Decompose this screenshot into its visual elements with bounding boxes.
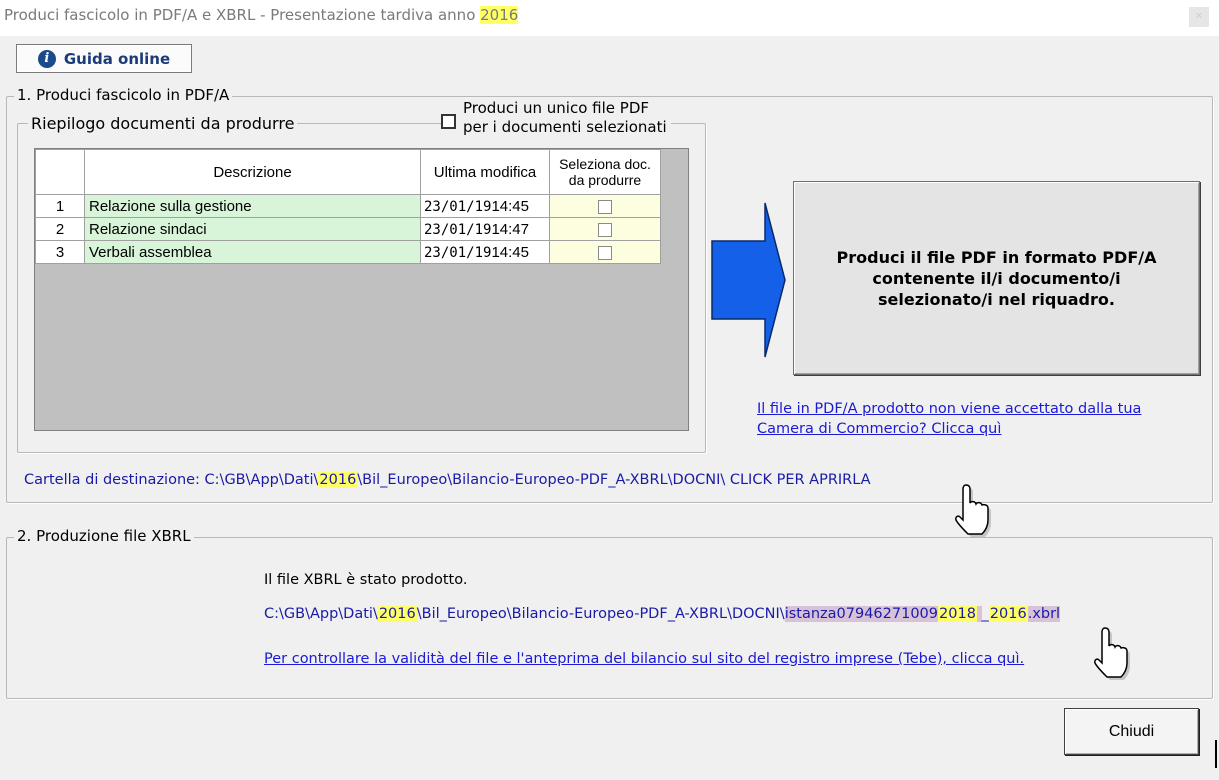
destination-suffix: \Bil_Europeo\Bilancio-Europeo-PDF_A-XBRL… (357, 472, 871, 488)
header-num (35, 149, 85, 195)
pdfa-not-accepted-link[interactable]: Il file in PDF/A prodotto non viene acce… (757, 399, 1141, 439)
xbrl-filename: istanza07946271009 (784, 606, 939, 622)
row-ultima-modifica: 23/01/1914:45 (420, 194, 550, 218)
header-seleziona-line1: Seleziona doc. (559, 156, 651, 172)
guida-online-button[interactable]: i Guida online (16, 44, 192, 73)
xbrl-filename-year: 2018 (938, 606, 977, 622)
xbrl-file-path-link[interactable]: C:\GB\App\Dati\2016\Bil_Europeo\Bilancio… (264, 606, 1061, 622)
xbrl-filename-extension: .xbrl (1027, 606, 1061, 622)
documents-grid: Descrizione Ultima modifica Seleziona do… (34, 148, 689, 431)
window-title-year: 2016 (480, 6, 519, 24)
row-number: 1 (35, 194, 85, 218)
validity-check-link[interactable]: Per controllare la validità del file e l… (264, 651, 1024, 667)
arrow-right-icon (711, 202, 786, 358)
row-date: 23/01/19 (424, 198, 492, 215)
hand-cursor-icon (1094, 627, 1130, 680)
row-select-checkbox[interactable] (598, 245, 612, 260)
row-select-cell[interactable] (549, 240, 661, 264)
row-time: 14:47 (491, 220, 529, 238)
single-pdf-label-line2: per i documenti selezionati (463, 118, 667, 136)
row-date: 23/01/19 (424, 221, 492, 238)
hand-cursor-icon (955, 484, 991, 537)
chiudi-label: Chiudi (1108, 722, 1155, 740)
single-pdf-label-line1: Produci un unico file PDF (463, 99, 649, 117)
header-seleziona-line2: da produrre (568, 172, 642, 188)
row-time: 14:45 (491, 197, 529, 215)
row-ultima-modifica: 23/01/1914:45 (420, 240, 550, 264)
xbrl-produced-text: Il file XBRL è stato prodotto. (264, 572, 468, 588)
row-ultima-modifica: 23/01/1914:47 (420, 217, 550, 241)
table-row[interactable]: 3 Verbali assemblea 23/01/1914:45 (35, 240, 661, 264)
window-title: Produci fascicolo in PDF/A e XBRL - Pres… (4, 6, 519, 24)
row-select-checkbox[interactable] (598, 199, 612, 214)
info-icon: i (37, 49, 56, 68)
row-time: 14:45 (491, 243, 529, 261)
riepilogo-legend: Riepilogo documenti da produrre (28, 114, 298, 133)
destination-folder-link[interactable]: Cartella di destinazione: C:\GB\App\Dati… (24, 472, 871, 488)
produce-pdfa-line1: Produci il file PDF in formato PDF/A (836, 247, 1157, 267)
section-xbrl-legend: 2. Produzione file XBRL (14, 527, 194, 545)
xbrl-path-middle: \Bil_Europeo\Bilancio-Europeo-PDF_A-XBRL… (416, 606, 785, 622)
table-row[interactable]: 1 Relazione sulla gestione 23/01/1914:45 (35, 194, 661, 218)
xbrl-filename-separator: _ (981, 606, 989, 622)
table-header-row: Descrizione Ultima modifica Seleziona do… (35, 149, 661, 195)
xbrl-filename-year-presentation: 2016 (988, 606, 1028, 622)
single-pdf-label: Produci un unico file PDF per i document… (463, 99, 667, 137)
close-window-button[interactable]: ✕ (1189, 7, 1209, 27)
header-seleziona: Seleziona doc. da produrre (549, 149, 661, 195)
row-select-checkbox[interactable] (598, 222, 612, 237)
section-pdfa-legend: 1. Produci fascicolo in PDF/A (14, 86, 233, 104)
documents-table: Descrizione Ultima modifica Seleziona do… (35, 149, 661, 264)
row-select-cell[interactable] (549, 217, 661, 241)
produce-pdfa-line3: selezionato/i nel riquadro. (878, 289, 1115, 309)
title-bar: Produci fascicolo in PDF/A e XBRL - Pres… (0, 0, 1219, 36)
row-date: 23/01/19 (424, 244, 492, 261)
chiudi-button[interactable]: Chiudi (1064, 708, 1199, 755)
xbrl-path-prefix: C:\GB\App\Dati\ (264, 606, 378, 622)
guida-online-label: Guida online (63, 49, 171, 68)
close-icon: ✕ (1194, 11, 1204, 22)
produce-pdfa-label: Produci il file PDF in formato PDF/A con… (837, 247, 1157, 310)
xbrl-path-year: 2016 (377, 606, 417, 622)
row-number: 2 (35, 217, 85, 241)
pdfa-link-line2: Camera di Commercio? Clicca quì (757, 421, 1002, 437)
window-edge-mark (1215, 740, 1217, 768)
produce-pdfa-button[interactable]: Produci il file PDF in formato PDF/A con… (793, 181, 1200, 375)
single-pdf-option[interactable]: Produci un unico file PDF per i document… (441, 99, 671, 137)
header-descrizione: Descrizione (84, 149, 421, 195)
produce-pdfa-line2: contenente il/i documento/i (872, 268, 1121, 288)
row-select-cell[interactable] (549, 194, 661, 218)
pdfa-link-line1: Il file in PDF/A prodotto non viene acce… (757, 401, 1142, 417)
row-descrizione[interactable]: Relazione sindaci (84, 217, 421, 241)
row-number: 3 (35, 240, 85, 264)
row-descrizione[interactable]: Verbali assemblea (84, 240, 421, 264)
destination-prefix: Cartella di destinazione: C:\GB\App\Dati… (24, 472, 319, 488)
table-row[interactable]: 2 Relazione sindaci 23/01/1914:47 (35, 217, 661, 241)
single-pdf-checkbox[interactable] (441, 114, 456, 129)
header-ultima-modifica: Ultima modifica (420, 149, 550, 195)
destination-year: 2016 (318, 472, 358, 488)
window-title-text: Produci fascicolo in PDF/A e XBRL - Pres… (4, 6, 481, 24)
row-descrizione[interactable]: Relazione sulla gestione (84, 194, 421, 218)
